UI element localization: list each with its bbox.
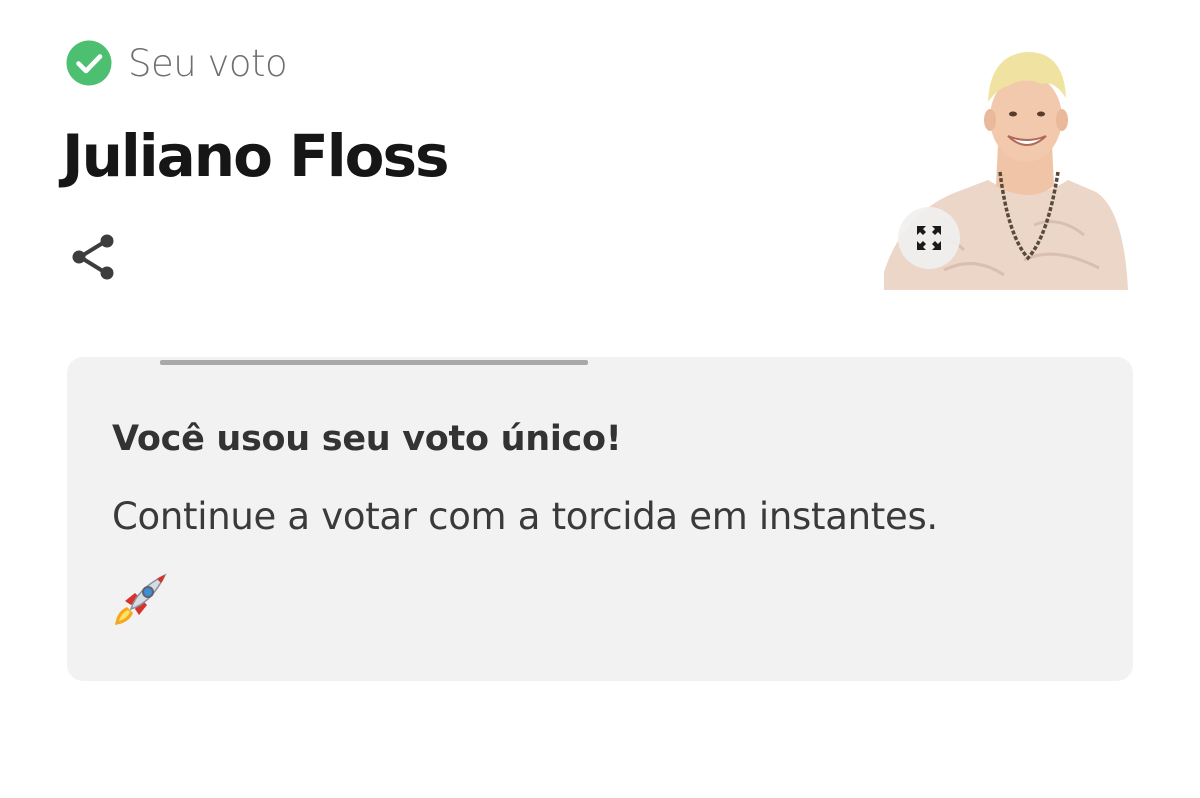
- message-body: Continue a votar com a torcida em instan…: [112, 495, 938, 538]
- message-title: Você usou seu voto único!: [112, 419, 622, 459]
- message-card: Você usou seu voto único! Continue a vot…: [67, 357, 1133, 681]
- expand-photo-button[interactable]: [898, 207, 960, 269]
- vote-status: Seu voto: [66, 40, 288, 86]
- progress-track: [160, 360, 588, 365]
- vote-status-label: Seu voto: [128, 41, 288, 85]
- expand-icon: [917, 226, 941, 250]
- check-circle-icon: [66, 40, 112, 86]
- share-icon: [72, 234, 114, 280]
- candidate-name: Juliano Floss: [62, 122, 449, 190]
- share-button[interactable]: [70, 232, 120, 282]
- rocket-icon: [111, 571, 169, 629]
